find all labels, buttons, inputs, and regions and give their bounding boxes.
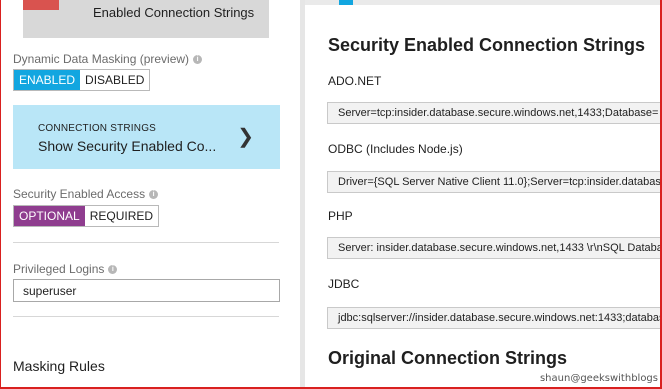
info-icon[interactable]: i: [149, 189, 159, 199]
ado-net-connection-string[interactable]: Server=tcp:insider.database.secure.windo…: [327, 102, 660, 124]
php-label: PHP: [328, 209, 353, 223]
connection-strings-blade: Security Enabled Connection Strings ADO.…: [305, 0, 660, 387]
privileged-label-row: Privileged Logins i: [13, 262, 118, 276]
masking-label-row: Dynamic Data Masking (preview) i: [13, 52, 203, 66]
masking-enabled-option[interactable]: ENABLED: [14, 70, 81, 90]
php-connection-string[interactable]: Server: insider.database.secure.windows.…: [327, 237, 660, 259]
masking-disabled-option[interactable]: DISABLED: [80, 70, 149, 90]
odbc-label: ODBC (Includes Node.js): [328, 142, 463, 156]
privileged-logins-input[interactable]: [13, 279, 280, 302]
chevron-right-icon: ❯: [237, 126, 254, 148]
ado-net-label: ADO.NET: [328, 74, 382, 88]
connection-strings-tile[interactable]: CONNECTION STRINGS Show Security Enabled…: [13, 105, 280, 169]
original-connection-strings-title: Original Connection Strings: [328, 348, 568, 368]
masking-label: Dynamic Data Masking (preview): [13, 52, 190, 66]
access-optional-option[interactable]: OPTIONAL: [14, 206, 85, 226]
access-label-row: Security Enabled Access i: [13, 187, 159, 201]
blade-title: Security Enabled Connection Strings: [328, 35, 646, 55]
odbc-connection-string[interactable]: Driver={SQL Server Native Client 11.0};S…: [327, 171, 660, 193]
watermark: shaun@geekswithblogs: [539, 373, 658, 384]
tile-icon: [23, 0, 59, 10]
enabled-connection-strings-tile[interactable]: Enabled Connection Strings: [23, 0, 269, 38]
masking-toggle: ENABLED DISABLED: [13, 69, 151, 91]
blade-accent: [339, 0, 353, 5]
jdbc-connection-string[interactable]: jdbc:sqlserver://insider.database.secure…: [327, 307, 660, 329]
privileged-logins-label: Privileged Logins: [13, 262, 105, 276]
settings-blade: Enabled Connection Strings Dynamic Data …: [1, 0, 300, 387]
connection-strings-value: Show Security Enabled Co...: [38, 138, 217, 154]
info-icon[interactable]: i: [108, 264, 118, 274]
top-tile-label: Enabled Connection Strings: [93, 5, 255, 20]
connection-strings-label: CONNECTION STRINGS: [38, 123, 157, 134]
access-toggle: OPTIONAL REQUIRED: [13, 205, 160, 227]
divider: [13, 242, 279, 243]
info-icon[interactable]: i: [193, 54, 203, 64]
access-label: Security Enabled Access: [13, 187, 146, 201]
masking-rules-title: Masking Rules: [13, 358, 105, 374]
access-required-option[interactable]: REQUIRED: [85, 206, 158, 226]
blade-header-bar: [305, 0, 660, 5]
jdbc-label: JDBC: [328, 277, 360, 291]
divider: [13, 316, 279, 317]
